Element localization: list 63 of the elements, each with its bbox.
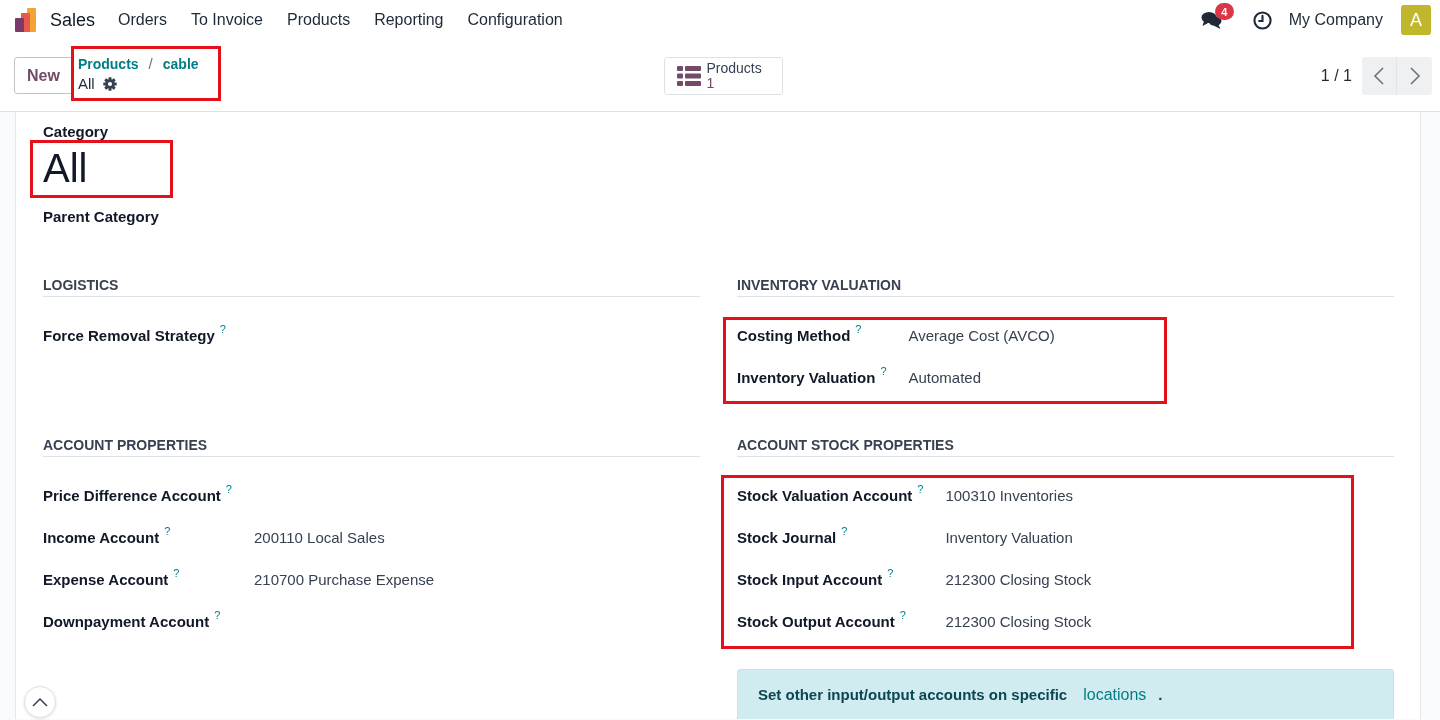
field-value[interactable]: Automated (908, 369, 982, 386)
company-switcher[interactable]: My Company (1288, 11, 1383, 29)
help-mark[interactable]: ? (219, 323, 226, 335)
field-label: Income Account (43, 528, 160, 548)
field-label: Stock Valuation Account (737, 486, 913, 506)
field-value[interactable]: 210700 Purchase Expense (253, 571, 435, 588)
notification-badge: 4 (1214, 3, 1234, 20)
chevron-up-icon (32, 697, 48, 707)
help-mark[interactable]: ? (855, 323, 862, 335)
group-heading: INVENTORY VALUATION (737, 275, 1394, 297)
field-label: Stock Input Account (737, 570, 883, 590)
field-label: Inventory Valuation (737, 368, 876, 388)
field-label: Stock Output Account (737, 612, 895, 632)
menu-item[interactable]: Products (275, 0, 363, 40)
group-heading: LOGISTICS (43, 275, 700, 297)
help-mark[interactable]: ? (225, 483, 232, 495)
field-label: Downpayment Account (43, 612, 210, 632)
field-label: Expense Account (43, 570, 169, 590)
menu-item[interactable]: Orders (106, 0, 179, 40)
field-label: Force Removal Strategy (43, 326, 215, 346)
app-name[interactable]: Sales (50, 9, 96, 31)
smart-button-label: Products (706, 60, 762, 76)
field-value[interactable]: 212300 Closing Stock (945, 571, 1092, 588)
chevron-right-icon (1408, 66, 1421, 85)
list-icon (676, 65, 701, 86)
new-button[interactable]: New (14, 57, 73, 94)
help-mark[interactable]: ? (164, 525, 171, 537)
help-mark[interactable]: ? (887, 567, 894, 579)
field-label: Costing Method (737, 326, 851, 346)
field-value[interactable]: 200110 Local Sales (253, 529, 385, 546)
breadcrumb-separator: / (148, 55, 153, 72)
alert-message: Set other input/output accounts on specific locations . (758, 686, 1164, 704)
smart-button-count: 1 (706, 75, 716, 91)
menu-item[interactable]: Configuration (455, 0, 575, 40)
help-mark[interactable]: ? (917, 483, 924, 495)
breadcrumb-current: All (77, 75, 95, 92)
field-value[interactable]: Average Cost (AVCO) (908, 327, 1055, 344)
locations-link[interactable]: locations (1083, 686, 1147, 703)
record-title: All (43, 145, 88, 192)
group-heading: ACCOUNT STOCK PROPERTIES (737, 435, 1394, 457)
breadcrumb-link[interactable]: Products (77, 55, 139, 72)
help-mark[interactable]: ? (214, 609, 221, 621)
field-value[interactable]: 100310 Inventories (945, 487, 1074, 504)
clock-icon[interactable] (1252, 10, 1272, 30)
field-label: Stock Journal (737, 528, 837, 548)
field-value[interactable]: 212300 Closing Stock (945, 613, 1092, 630)
help-mark[interactable]: ? (841, 525, 848, 537)
field-label: Parent Category (43, 207, 160, 227)
help-mark[interactable]: ? (899, 609, 906, 621)
menu-item[interactable]: Reporting (362, 0, 456, 40)
gear-icon[interactable] (102, 76, 117, 91)
field-value[interactable]: Inventory Valuation (945, 529, 1073, 546)
breadcrumb-link[interactable]: cable (162, 55, 199, 72)
help-mark[interactable]: ? (880, 365, 887, 377)
field-label: Price Difference Account (43, 486, 221, 506)
chevron-left-icon (1373, 66, 1385, 85)
bars-logo-icon[interactable] (14, 8, 38, 32)
field-label: Category (43, 122, 110, 142)
menu-item[interactable]: To Invoice (178, 0, 275, 40)
group-heading: ACCOUNT PROPERTIES (43, 435, 700, 457)
help-mark[interactable]: ? (173, 567, 180, 579)
pager-counter[interactable]: 1 / 1 (1320, 66, 1352, 85)
smart-button[interactable]: Products 1 (663, 56, 783, 95)
